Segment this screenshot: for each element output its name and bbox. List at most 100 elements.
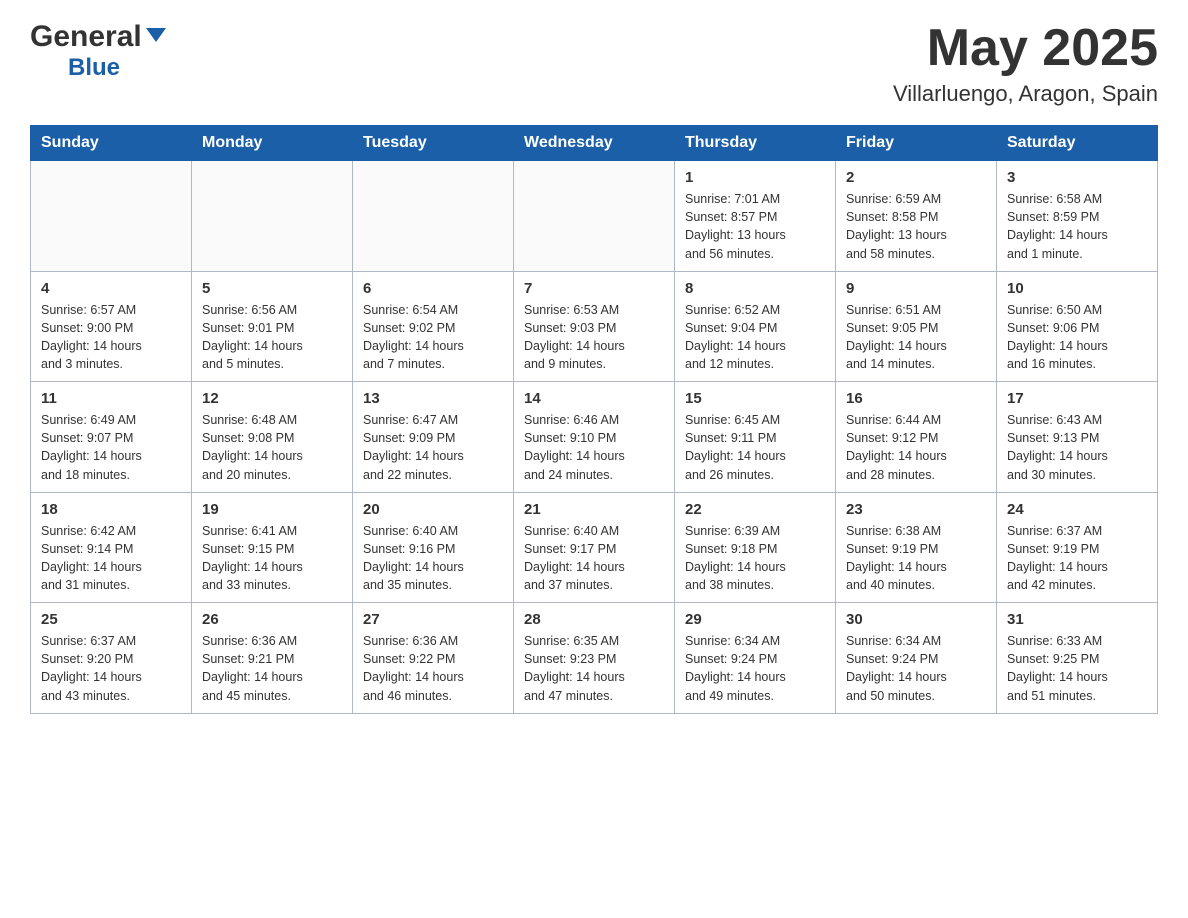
day-number: 30 [846,611,986,628]
calendar-cell: 28Sunrise: 6:35 AM Sunset: 9:23 PM Dayli… [514,603,675,714]
day-info: Sunrise: 6:57 AM Sunset: 9:00 PM Dayligh… [41,301,181,374]
calendar-cell [514,161,675,272]
calendar-cell: 24 Sunrise: 6:37 AM Sunset: 9:19 PM Dayli… [997,492,1158,603]
day-info: Sunrise: 7:01 AM Sunset: 8:57 PM Dayligh… [685,190,825,263]
day-number: 13 [363,390,503,407]
calendar-cell: 25 Sunrise: 6:37 AM Sunset: 9:20 PM Dayli… [31,603,192,714]
calendar-cell: 15 Sunrise: 6:45 AM Sunset: 9:11 PM Dayli… [675,382,836,493]
calendar-cell: 31Sunrise: 6:33 AM Sunset: 9:25 PM Dayli… [997,603,1158,714]
calendar-cell: 3Sunrise: 6:58 AM Sunset: 8:59 PM Daylig… [997,161,1158,272]
header-friday: Friday [836,126,997,161]
day-number: 14 [524,390,664,407]
calendar-week-row: 11 Sunrise: 6:49 AM Sunset: 9:07 PM Dayli… [31,382,1158,493]
day-number: 22 [685,501,825,518]
day-number: 8 [685,280,825,297]
day-number: 10 [1007,280,1147,297]
header-monday: Monday [192,126,353,161]
day-number: 9 [846,280,986,297]
day-number: 12 [202,390,342,407]
calendar-cell: 16 Sunrise: 6:44 AM Sunset: 9:12 PM Dayli… [836,382,997,493]
calendar-cell: 5 Sunrise: 6:56 AM Sunset: 9:01 PM Daylig… [192,271,353,382]
calendar-cell: 6 Sunrise: 6:54 AM Sunset: 9:02 PM Daylig… [353,271,514,382]
day-number: 24 [1007,501,1147,518]
day-info: Sunrise: 6:42 AM Sunset: 9:14 PM Dayligh… [41,522,181,595]
day-number: 18 [41,501,181,518]
calendar-cell: 27 Sunrise: 6:36 AM Sunset: 9:22 PM Dayli… [353,603,514,714]
day-number: 6 [363,280,503,297]
day-info: Sunrise: 6:39 AM Sunset: 9:18 PM Dayligh… [685,522,825,595]
day-info: Sunrise: 6:56 AM Sunset: 9:01 PM Dayligh… [202,301,342,374]
calendar-cell: 21 Sunrise: 6:40 AM Sunset: 9:17 PM Dayli… [514,492,675,603]
day-number: 16 [846,390,986,407]
calendar-cell: 19Sunrise: 6:41 AM Sunset: 9:15 PM Dayli… [192,492,353,603]
calendar-cell: 9 Sunrise: 6:51 AM Sunset: 9:05 PM Daylig… [836,271,997,382]
location-subtitle: Villarluengo, Aragon, Spain [893,81,1158,107]
calendar-cell [192,161,353,272]
calendar-cell: 23Sunrise: 6:38 AM Sunset: 9:19 PM Dayli… [836,492,997,603]
month-year-title: May 2025 [893,20,1158,77]
day-info: Sunrise: 6:44 AM Sunset: 9:12 PM Dayligh… [846,411,986,484]
calendar-week-row: 25 Sunrise: 6:37 AM Sunset: 9:20 PM Dayli… [31,603,1158,714]
calendar-cell: 20 Sunrise: 6:40 AM Sunset: 9:16 PM Dayli… [353,492,514,603]
calendar-cell: 7 Sunrise: 6:53 AM Sunset: 9:03 PM Daylig… [514,271,675,382]
calendar-cell: 10 Sunrise: 6:50 AM Sunset: 9:06 PM Dayli… [997,271,1158,382]
day-info: Sunrise: 6:36 AM Sunset: 9:21 PM Dayligh… [202,632,342,705]
day-info: Sunrise: 6:33 AM Sunset: 9:25 PM Dayligh… [1007,632,1147,705]
calendar-week-row: 1 Sunrise: 7:01 AM Sunset: 8:57 PM Daylig… [31,161,1158,272]
calendar-cell: 11 Sunrise: 6:49 AM Sunset: 9:07 PM Dayli… [31,382,192,493]
day-info: Sunrise: 6:36 AM Sunset: 9:22 PM Dayligh… [363,632,503,705]
calendar-cell: 8Sunrise: 6:52 AM Sunset: 9:04 PM Daylig… [675,271,836,382]
day-info: Sunrise: 6:41 AM Sunset: 9:15 PM Dayligh… [202,522,342,595]
calendar-cell: 18 Sunrise: 6:42 AM Sunset: 9:14 PM Dayli… [31,492,192,603]
calendar-cell: 30Sunrise: 6:34 AM Sunset: 9:24 PM Dayli… [836,603,997,714]
logo: General Blue [30,20,166,82]
day-info: Sunrise: 6:35 AM Sunset: 9:23 PM Dayligh… [524,632,664,705]
day-number: 17 [1007,390,1147,407]
day-info: Sunrise: 6:45 AM Sunset: 9:11 PM Dayligh… [685,411,825,484]
day-info: Sunrise: 6:40 AM Sunset: 9:17 PM Dayligh… [524,522,664,595]
day-number: 7 [524,280,664,297]
day-info: Sunrise: 6:51 AM Sunset: 9:05 PM Dayligh… [846,301,986,374]
day-number: 20 [363,501,503,518]
day-number: 29 [685,611,825,628]
day-info: Sunrise: 6:38 AM Sunset: 9:19 PM Dayligh… [846,522,986,595]
day-number: 1 [685,169,825,186]
day-info: Sunrise: 6:49 AM Sunset: 9:07 PM Dayligh… [41,411,181,484]
calendar-cell: 2Sunrise: 6:59 AM Sunset: 8:58 PM Daylig… [836,161,997,272]
calendar-cell: 14Sunrise: 6:46 AM Sunset: 9:10 PM Dayli… [514,382,675,493]
calendar-cell: 26 Sunrise: 6:36 AM Sunset: 9:21 PM Dayli… [192,603,353,714]
calendar-cell: 17Sunrise: 6:43 AM Sunset: 9:13 PM Dayli… [997,382,1158,493]
day-number: 4 [41,280,181,297]
day-info: Sunrise: 6:53 AM Sunset: 9:03 PM Dayligh… [524,301,664,374]
header-tuesday: Tuesday [353,126,514,161]
day-number: 5 [202,280,342,297]
calendar-table: SundayMondayTuesdayWednesdayThursdayFrid… [30,125,1158,714]
calendar-week-row: 18 Sunrise: 6:42 AM Sunset: 9:14 PM Dayli… [31,492,1158,603]
logo-blue-text: Blue [68,54,120,81]
calendar-cell: 29Sunrise: 6:34 AM Sunset: 9:24 PM Dayli… [675,603,836,714]
logo-general-text: General [30,20,142,54]
day-info: Sunrise: 6:37 AM Sunset: 9:19 PM Dayligh… [1007,522,1147,595]
calendar-cell: 13Sunrise: 6:47 AM Sunset: 9:09 PM Dayli… [353,382,514,493]
day-number: 11 [41,390,181,407]
calendar-week-row: 4 Sunrise: 6:57 AM Sunset: 9:00 PM Daylig… [31,271,1158,382]
calendar-cell: 12 Sunrise: 6:48 AM Sunset: 9:08 PM Dayli… [192,382,353,493]
day-info: Sunrise: 6:48 AM Sunset: 9:08 PM Dayligh… [202,411,342,484]
day-info: Sunrise: 6:54 AM Sunset: 9:02 PM Dayligh… [363,301,503,374]
calendar-cell: 4 Sunrise: 6:57 AM Sunset: 9:00 PM Daylig… [31,271,192,382]
day-number: 2 [846,169,986,186]
day-number: 15 [685,390,825,407]
calendar-cell [31,161,192,272]
day-number: 26 [202,611,342,628]
day-number: 27 [363,611,503,628]
calendar-cell: 1 Sunrise: 7:01 AM Sunset: 8:57 PM Daylig… [675,161,836,272]
calendar-header-row: SundayMondayTuesdayWednesdayThursdayFrid… [31,126,1158,161]
title-block: May 2025 Villarluengo, Aragon, Spain [893,20,1158,107]
day-number: 21 [524,501,664,518]
day-info: Sunrise: 6:50 AM Sunset: 9:06 PM Dayligh… [1007,301,1147,374]
day-number: 25 [41,611,181,628]
page-header: General Blue May 2025 Villarluengo, Arag… [30,20,1158,107]
day-info: Sunrise: 6:37 AM Sunset: 9:20 PM Dayligh… [41,632,181,705]
day-info: Sunrise: 6:40 AM Sunset: 9:16 PM Dayligh… [363,522,503,595]
calendar-cell: 22 Sunrise: 6:39 AM Sunset: 9:18 PM Dayli… [675,492,836,603]
